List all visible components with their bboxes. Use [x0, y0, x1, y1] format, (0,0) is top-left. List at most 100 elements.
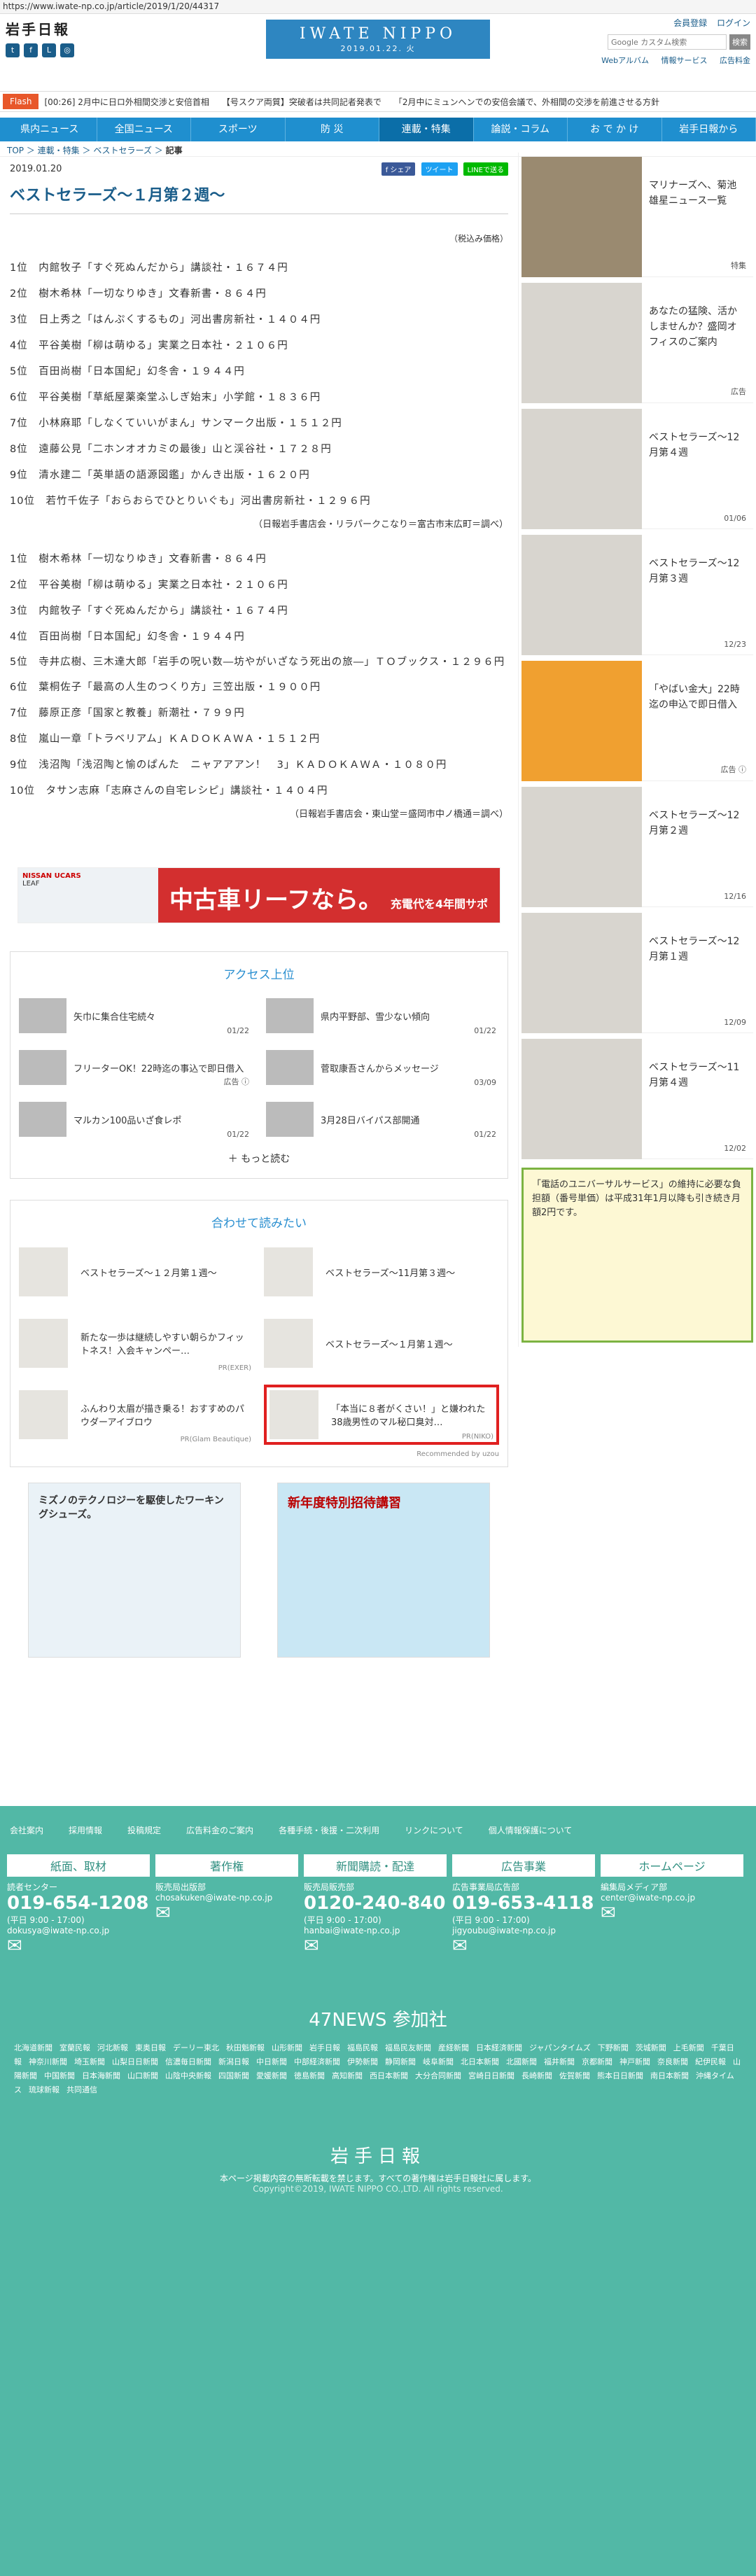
member-link[interactable]: 福島民友新聞: [385, 2043, 431, 2052]
footer-link[interactable]: 採用情報: [69, 1824, 102, 1836]
member-link[interactable]: 新潟日報: [218, 2057, 249, 2066]
search-input[interactable]: [608, 34, 727, 50]
member-link[interactable]: 下野新聞: [598, 2043, 629, 2052]
flash-item[interactable]: 【号スクア両質】突破者は共同記者発表で: [222, 96, 382, 108]
access-item[interactable]: マルカン100品いざ食レポ 01/22: [19, 1097, 252, 1142]
footer-email[interactable]: dokusya@iwate-np.co.jp: [7, 1926, 150, 1935]
member-link[interactable]: 長崎新聞: [522, 2071, 552, 2080]
twitter-icon[interactable]: t: [6, 43, 20, 57]
footer-email[interactable]: jigyoubu@iwate-np.co.jp: [452, 1926, 595, 1935]
member-link[interactable]: 北海道新聞: [14, 2043, 52, 2052]
member-link[interactable]: 山形新聞: [272, 2043, 302, 2052]
member-link[interactable]: 琉球新報: [29, 2085, 59, 2094]
member-link[interactable]: 上毛新聞: [673, 2043, 704, 2052]
tweet-button[interactable]: ツイート: [421, 162, 458, 176]
sidebar-item[interactable]: ベストセラーズ～12月第２週 12/16: [522, 787, 753, 907]
related-item[interactable]: ベストセラーズ～１２月第１週～: [19, 1242, 254, 1302]
subnav-info[interactable]: 情報サービス: [662, 56, 708, 65]
related-item[interactable]: ベストセラーズ～11月第３週～: [264, 1242, 499, 1302]
mizuno-ad[interactable]: ミズノのテクノロジーを駆使したワーキングシューズ。: [28, 1483, 241, 1658]
footer-email[interactable]: hanbai@iwate-np.co.jp: [304, 1926, 447, 1935]
member-link[interactable]: 京都新聞: [582, 2057, 612, 2066]
footer-email[interactable]: center@iwate-np.co.jp: [601, 1893, 743, 1903]
mail-icon[interactable]: ✉: [304, 1935, 447, 1956]
school-ad[interactable]: 新年度特別招待講習: [277, 1483, 490, 1658]
footer-link[interactable]: 個人情報保護について: [489, 1824, 573, 1836]
mail-icon[interactable]: ✉: [601, 1903, 743, 1924]
sidebar-item[interactable]: ベストセラーズ～12月第４週 01/06: [522, 409, 753, 529]
member-link[interactable]: 神戸新聞: [620, 2057, 650, 2066]
member-link[interactable]: 熊本日日新聞: [597, 2071, 643, 2080]
mail-icon[interactable]: ✉: [155, 1903, 298, 1924]
member-link[interactable]: 高知新聞: [332, 2071, 363, 2080]
subnav-adrates[interactable]: 広告料金: [720, 56, 750, 65]
footer-link[interactable]: 投稿規定: [127, 1824, 161, 1836]
tab-disaster[interactable]: 防 災: [286, 118, 379, 141]
tab-national-news[interactable]: 全国ニュース: [97, 118, 191, 141]
member-link[interactable]: 神奈川新聞: [29, 2057, 67, 2066]
footer-logo[interactable]: 岩手日報: [0, 2142, 756, 2168]
member-link[interactable]: 徳島新聞: [294, 2071, 325, 2080]
access-item[interactable]: フリーターOK！22時迄の事込で即日借入 広告 ⓘ: [19, 1045, 252, 1090]
sidebar-item[interactable]: ベストセラーズ～11月第４週 12/02: [522, 1039, 753, 1159]
mail-icon[interactable]: ✉: [452, 1935, 595, 1956]
member-link[interactable]: 産経新聞: [438, 2043, 469, 2052]
search-button[interactable]: 検索: [729, 34, 750, 50]
footer-link[interactable]: 各種手続・後援・二次利用: [279, 1824, 379, 1836]
flash-item[interactable]: 「2月中にミュンヘンでの安倍会議で、外相間の交渉を前進させる方針: [394, 96, 659, 108]
leaf-ad-banner[interactable]: NISSAN UCARS LEAF 中古車リーフなら。 充電代を4年間サポート!: [18, 867, 500, 939]
universal-service-ad[interactable]: 「電話のユニバーサルサービス」の維持に必要な負担額（番号単価）は平成31年1月以…: [522, 1168, 753, 1343]
facebook-icon[interactable]: f: [24, 43, 38, 57]
related-item[interactable]: ベストセラーズ～１月第１週～: [264, 1313, 499, 1373]
member-link[interactable]: 四国新聞: [218, 2071, 249, 2080]
access-item[interactable]: 3月28日バイパス部開通 01/22: [266, 1097, 499, 1142]
member-link[interactable]: 中部経済新聞: [294, 2057, 340, 2066]
member-link[interactable]: 埼玉新聞: [74, 2057, 105, 2066]
member-link[interactable]: 愛媛新聞: [256, 2071, 287, 2080]
member-link[interactable]: 紀伊民報: [695, 2057, 726, 2066]
sidebar-item[interactable]: ベストセラーズ～12月第３週 12/23: [522, 535, 753, 655]
title-banner[interactable]: IWATE NIPPO 2019.01.22. 火: [266, 20, 490, 59]
member-link[interactable]: 佐賀新聞: [559, 2071, 590, 2080]
sidebar-item[interactable]: ベストセラーズ～12月第１週 12/09: [522, 913, 753, 1033]
subnav-album[interactable]: Webアルバム: [601, 56, 649, 65]
member-link[interactable]: 日本海新聞: [82, 2071, 120, 2080]
line-share-button[interactable]: LINEで送る: [463, 162, 508, 176]
login-link[interactable]: ログイン: [717, 18, 750, 28]
member-link[interactable]: デーリー東北: [173, 2043, 219, 2052]
member-link[interactable]: 福島民報: [347, 2043, 378, 2052]
member-link[interactable]: 静岡新聞: [385, 2057, 416, 2066]
member-link[interactable]: 日本経済新聞: [476, 2043, 522, 2052]
register-link[interactable]: 会員登録: [673, 18, 707, 28]
tab-editorial[interactable]: 論説・コラム: [474, 118, 568, 141]
tab-outing[interactable]: お で か け: [568, 118, 662, 141]
member-link[interactable]: 河北新報: [97, 2043, 128, 2052]
tab-features[interactable]: 連載・特集: [379, 118, 474, 141]
member-link[interactable]: 信濃毎日新聞: [165, 2057, 211, 2066]
member-link[interactable]: 北國新聞: [506, 2057, 537, 2066]
more-link[interactable]: ＋ もっと読む: [19, 1152, 499, 1166]
member-link[interactable]: 福井新聞: [544, 2057, 575, 2066]
member-link[interactable]: 大分合同新聞: [415, 2071, 461, 2080]
member-link[interactable]: 共同通信: [66, 2085, 97, 2094]
sidebar-item[interactable]: 「やばい金大」22時迄の申込で即日借入 広告 ⓘ: [522, 661, 753, 781]
access-item[interactable]: 矢巾に集合住宅続々 01/22: [19, 993, 252, 1038]
member-link[interactable]: 岐阜新聞: [423, 2057, 454, 2066]
footer-link[interactable]: 広告料金のご案内: [186, 1824, 253, 1836]
sidebar-item[interactable]: あなたの猛険、活かしませんか？盛岡オフィスのご案内 広告: [522, 283, 753, 403]
member-link[interactable]: 西日本新聞: [370, 2071, 408, 2080]
tab-from-nippo[interactable]: 岩手日報から: [662, 118, 756, 141]
member-link[interactable]: ジャパンタイムズ: [529, 2043, 591, 2052]
member-link[interactable]: 中日新聞: [256, 2057, 287, 2066]
access-item[interactable]: 県内平野部、雪少ない傾向 01/22: [266, 993, 499, 1038]
footer-link[interactable]: 会社案内: [10, 1824, 43, 1836]
access-item[interactable]: 菅取康吾さんからメッセージ 03/09: [266, 1045, 499, 1090]
instagram-icon[interactable]: ◎: [60, 43, 74, 57]
facebook-share-button[interactable]: f シェア: [381, 162, 416, 176]
related-item[interactable]: 新たな一歩は継続しやすい朝らかフィットネス！入会キャンペー… PR(EXER): [19, 1313, 254, 1373]
member-link[interactable]: 奈良新聞: [657, 2057, 688, 2066]
footer-link[interactable]: リンクについて: [405, 1824, 463, 1836]
tab-sports[interactable]: スポーツ: [191, 118, 286, 141]
flash-item[interactable]: [00:26] 2月中に日ロ外相間交渉と安倍首相: [44, 96, 209, 108]
member-link[interactable]: 北日本新聞: [461, 2057, 499, 2066]
